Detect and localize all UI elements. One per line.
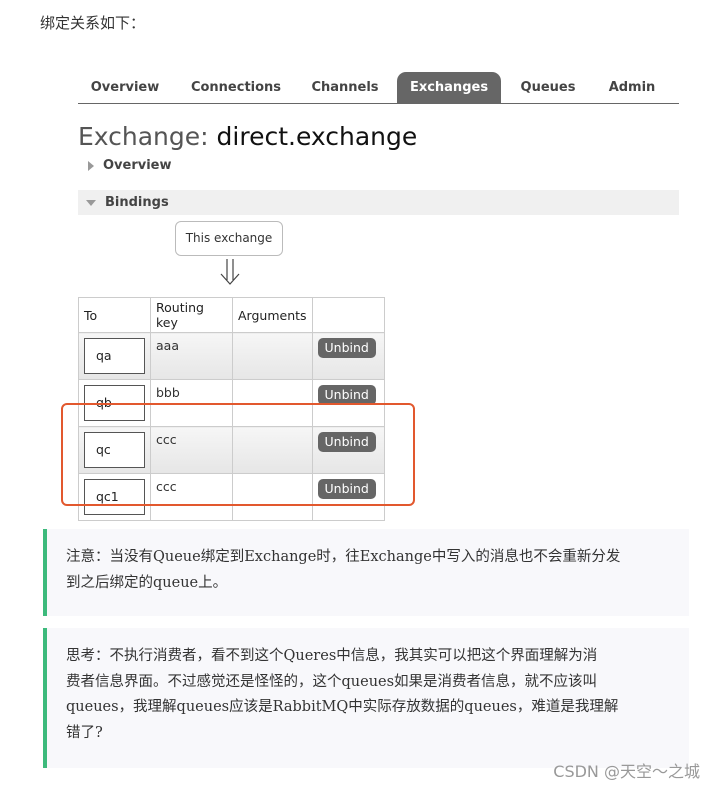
column-header-arguments: Arguments: [232, 297, 313, 333]
tab-channels[interactable]: Channels: [302, 72, 388, 104]
note-line: 费者信息界面。不过感觉还是怪怪的，这个queues如果是消费者信息，就不应该叫: [66, 673, 598, 690]
unbind-button[interactable]: Unbind: [317, 338, 376, 358]
arguments-cell: [232, 332, 313, 380]
tab-admin[interactable]: Admin: [598, 72, 666, 104]
unbind-button[interactable]: Unbind: [317, 385, 376, 405]
note-line: 到之后绑定的queue上。: [66, 574, 228, 591]
double-down-arrow-icon: [220, 259, 240, 285]
overview-section-toggle[interactable]: Overview: [88, 158, 172, 173]
bindings-section-label: Bindings: [105, 195, 169, 210]
tab-exchanges[interactable]: Exchanges: [397, 72, 501, 104]
tab-queues[interactable]: Queues: [510, 72, 586, 104]
highlight-annotation-box: [61, 403, 415, 506]
caret-right-icon: [88, 160, 94, 171]
intro-text: 绑定关系如下：: [40, 14, 146, 32]
page-title-prefix: Exchange:: [78, 122, 209, 151]
note-line: 思考：不执行消费者，看不到这个Queres中信息，我其实可以把这个界面理解为消: [66, 648, 598, 664]
top-nav-tabs: Overview Connections Channels Exchanges …: [78, 72, 679, 104]
csdn-watermark: CSDN @天空～之城: [553, 762, 700, 781]
note-block-attention: 注意：当没有Queue绑定到Exchange时，往Exchange中写入的消息也…: [43, 529, 689, 616]
queue-link[interactable]: qa: [84, 338, 145, 374]
note-line: queues，我理解queues应该是RabbitMQ中实际存放数据的queue…: [66, 699, 619, 715]
tab-overview[interactable]: Overview: [78, 72, 172, 104]
routing-key-cell: aaa: [150, 332, 233, 380]
note-line: 注意：当没有Queue绑定到Exchange时，往Exchange中写入的消息也…: [66, 549, 621, 565]
page-title-exchange-name: direct.exchange: [216, 122, 418, 151]
caret-down-icon: [86, 199, 96, 206]
note-line: 错了?: [66, 724, 103, 741]
tab-connections[interactable]: Connections: [186, 72, 286, 104]
column-header-actions: [311, 297, 385, 333]
overview-section-label: Overview: [103, 158, 172, 173]
note-block-thinking: 思考：不执行消费者，看不到这个Queres中信息，我其实可以把这个界面理解为消 …: [43, 628, 689, 768]
table-header-row: To Routing key Arguments: [78, 297, 385, 333]
table-row: qa aaa Unbind: [78, 332, 385, 380]
bindings-section-toggle[interactable]: Bindings: [86, 195, 169, 210]
page-title: Exchange: direct.exchange: [78, 122, 417, 151]
column-header-to: To: [78, 297, 151, 333]
this-exchange-box: This exchange: [175, 221, 283, 256]
column-header-routing-key: Routing key: [150, 297, 233, 333]
